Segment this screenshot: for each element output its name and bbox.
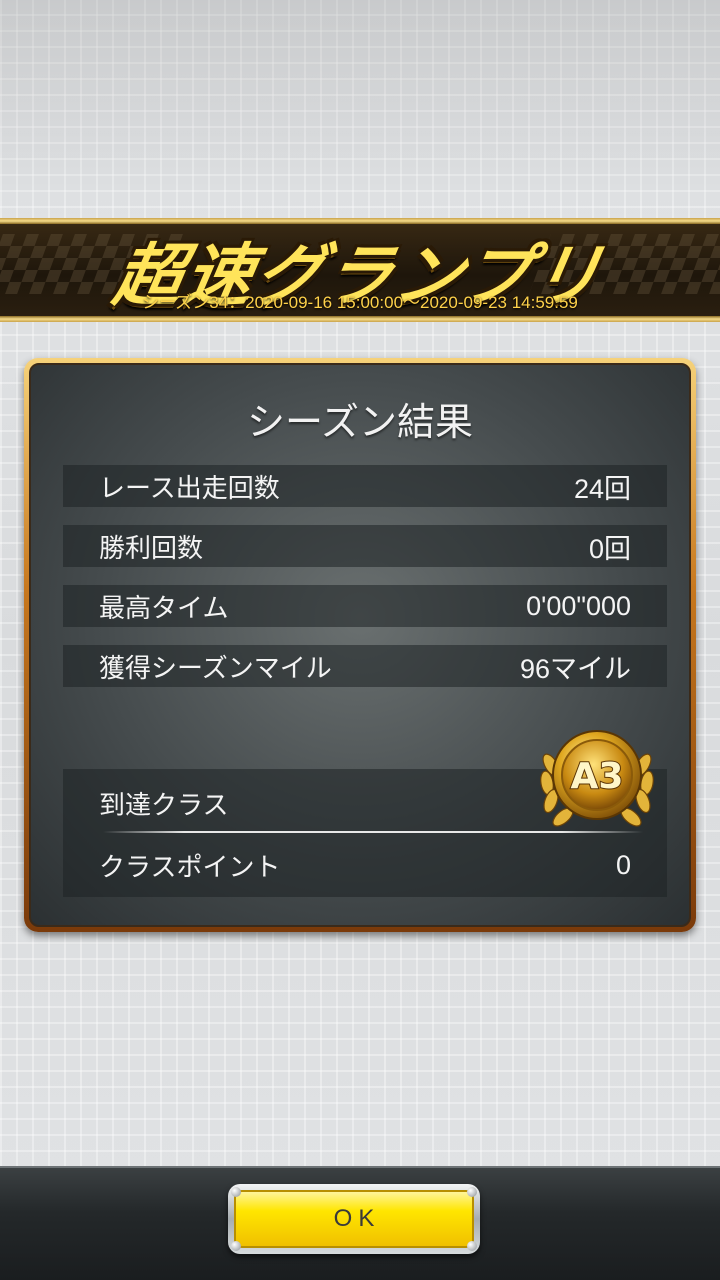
row-value: 0'00"000	[526, 590, 631, 621]
result-row-races: レース出走回数 24回	[63, 465, 667, 507]
class-points-row: クラスポイント 0	[63, 835, 667, 895]
result-row-wins: 勝利回数 0回	[63, 525, 667, 567]
class-badge-icon: A3	[540, 730, 654, 827]
screw-icon	[467, 1241, 477, 1251]
screw-icon	[231, 1187, 241, 1197]
row-value: 24回	[573, 473, 631, 504]
class-badge-text: A3	[571, 756, 624, 797]
row-value: 96マイル	[519, 653, 631, 684]
row-label: 最高タイム	[99, 593, 229, 624]
season-period: シーズン34：2020-09-16 15:00:00〜2020-09-23 14…	[142, 293, 578, 312]
season-results-panel: シーズン結果 レース出走回数 24回 勝利回数 0回 最高タイム 0'00"00…	[24, 358, 696, 932]
ok-button[interactable]: OK	[228, 1184, 480, 1254]
row-value: 0回	[588, 533, 631, 564]
row-label: 獲得シーズンマイル	[99, 653, 332, 684]
ok-button-label: OK	[234, 1190, 474, 1248]
background-shade	[0, 0, 720, 220]
screw-icon	[467, 1187, 477, 1197]
screw-icon	[231, 1241, 241, 1251]
row-label: レース出走回数	[99, 473, 280, 504]
class-section: 到達クラス クラスポイント 0 A3	[63, 730, 667, 897]
result-row-season-miles: 獲得シーズンマイル 96マイル	[63, 645, 667, 687]
result-row-best-time: 最高タイム 0'00"000	[63, 585, 667, 627]
row-label: 勝利回数	[99, 533, 204, 564]
row-label: 到達クラス	[99, 790, 229, 821]
row-value: 0	[615, 849, 631, 880]
panel-body: シーズン結果 レース出走回数 24回 勝利回数 0回 最高タイム 0'00"00…	[29, 363, 691, 927]
row-label: クラスポイント	[99, 852, 281, 883]
panel-title: シーズン結果	[246, 400, 474, 444]
